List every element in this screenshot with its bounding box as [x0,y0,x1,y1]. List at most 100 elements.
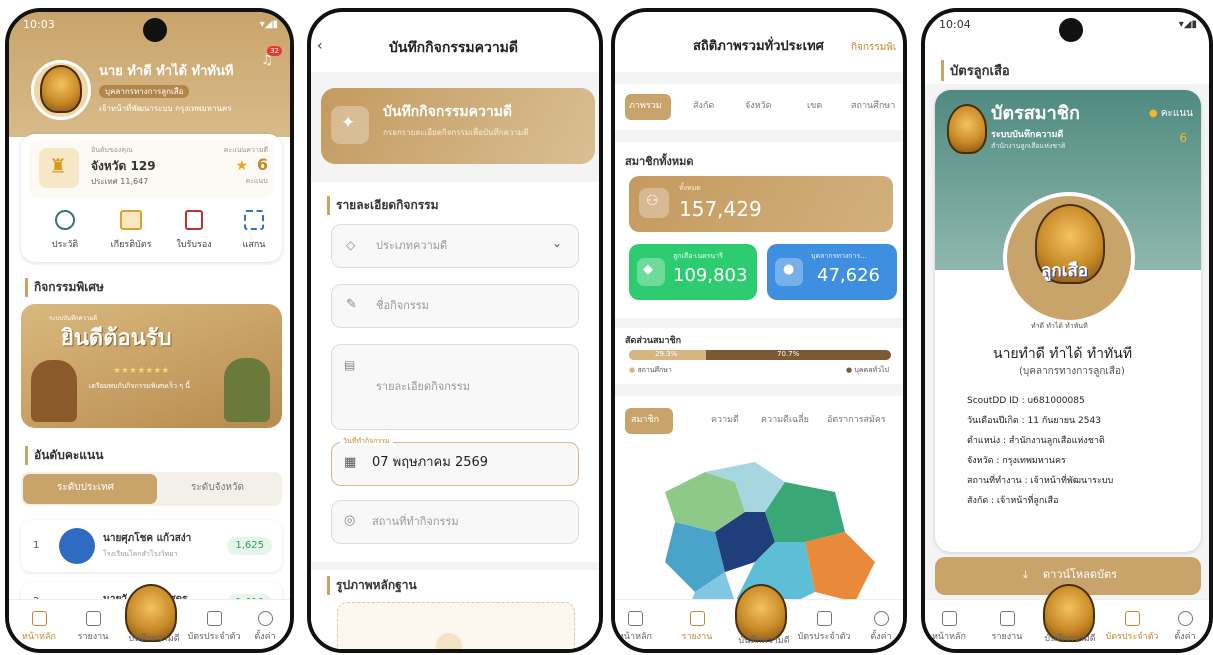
report-icon [689,611,705,626]
banner-small: ระบบบันทึกความดี [49,315,98,322]
add-photo-icon [436,633,462,649]
tab-signup-rate[interactable]: อัตราการสมัคร [827,415,886,425]
date-label: วันที่ทำกิจกรรม [340,437,393,446]
province-rank: จังหวัด 129 [91,159,156,173]
scout-members-card: ◆ ลูกเสือ-เนตรนารี 109,803 [629,244,757,300]
row-score: 1,625 [227,537,272,555]
tab-affiliation[interactable]: สังกัด [693,101,714,111]
star-icon: ● [1148,108,1158,119]
hero-sub: กรอกรายละเอียดกิจกรรมเพื่อบันทึกความดี [383,128,529,137]
history-button[interactable]: ประวัติ [41,210,89,251]
tab-district[interactable]: เขต [807,101,822,111]
scout-value: 109,803 [673,265,748,286]
nav-home[interactable]: หน้าหลัก [11,611,67,643]
person-icon: ● [775,258,803,286]
download-icon: ⤓ [1023,568,1028,581]
holder-role: (บุคลากรทางการลูกเสือ) [1019,366,1125,377]
award-button[interactable]: ใบรับรอง [169,210,219,251]
pencil-icon: ✎ [346,297,357,312]
nav-home[interactable]: หน้าหลัก [615,611,663,643]
photo-upload-area[interactable] [337,602,575,649]
score-value: 6 [256,155,268,174]
activity-detail-field[interactable]: ▤ รายละเอียดกิจกรรม [331,344,579,430]
nav-idcard[interactable]: บัตรประจำตัว [183,611,245,643]
nav-report[interactable]: รายงาน [669,611,725,643]
home-icon [941,611,957,626]
holder-name: นายทำดี ทำได้ ทำทันที [993,346,1133,362]
chevron-down-icon: ⌄ [551,236,562,250]
detail-placeholder: รายละเอียดกิจกรรม [376,380,470,393]
tab-province-label: ระดับจังหวัด [191,482,245,493]
award-label: ใบรับรอง [176,240,212,250]
scout-logo: ลูกเสือ [1003,192,1135,324]
back-icon[interactable]: ‹ [317,38,323,54]
sparkle-icon: ✦ [331,106,369,144]
card-mascot-icon [947,104,987,154]
tab-members-label: สมาชิก [631,415,660,425]
avatar [59,528,95,564]
home-screen: 10:03 ▾◢▮ นาย ทำดี ทำได้ ทำทันที บุคลากร… [5,8,294,653]
bell-icon[interactable]: 32 ♫ [260,46,282,70]
nav-settings[interactable]: ตั้งค่า [853,611,903,643]
logo-caption: ทำดี ทำได้ ทำทันที [1031,322,1088,330]
hero-card: ✦ บันทึกกิจกรรมความดี กรอกรายละเอียดกิจก… [321,88,595,164]
avatar[interactable] [31,60,91,120]
tab-province[interactable]: ระดับจังหวัด [161,474,289,504]
nav-report[interactable]: รายงาน [979,611,1035,643]
tab-overview[interactable]: ภาพรวม [625,94,671,120]
ranking-tabs: ระดับประเทศ ระดับจังหวัด [21,472,282,506]
nav-record[interactable]: บันทึกความดี [731,633,797,647]
status-time: 10:03 [23,18,55,31]
tab-members[interactable]: สมาชิก [625,408,673,434]
banner-title: ยินดีต้อนรับ [61,326,172,351]
total-label: ทั้งหมด [679,184,701,192]
nav-idcard[interactable]: บัตรประจำตัว [793,611,855,643]
group-icon: ⚇ [639,188,669,218]
report-icon [999,611,1015,626]
row-rank: 1 [33,540,40,551]
certificate-button[interactable]: เกียรติบัตร [101,210,161,251]
row-school: โรงเรียนโคกสำโรงวิทยา [103,550,178,558]
table-row[interactable]: 1 นายศุภโชค แก้วสง่า โรงเรียนโคกสำโรงวิท… [21,520,282,572]
idcard-icon [816,611,832,626]
total-members-card: ⚇ ทั้งหมด 157,429 [629,176,893,232]
boy-scout-illustration [224,358,270,422]
nav-record[interactable]: บันทึกความดี [121,631,187,645]
rank-card: ♜ อันดับของคุณ จังหวัด 129 ประเทศ 11,647… [21,134,282,262]
girl-scout-illustration [31,360,77,422]
calendar-icon: ▦ [344,455,357,470]
map-region[interactable] [805,532,875,602]
tab-province[interactable]: จังหวัด [745,101,772,111]
scan-button[interactable]: แสกน [229,210,279,251]
name-placeholder: ชื่อกิจกรรม [376,299,429,312]
tab-country[interactable]: ระดับประเทศ [23,474,157,504]
members-title: สมาชิกทั้งหมด [625,155,694,168]
country-rank: ประเทศ 11,647 [91,177,149,186]
activity-date-field[interactable]: วันที่ทำกิจกรรม ▦ 07 พฤษภาคม 2569 [331,437,579,486]
stars-decor: ★★★★★★★ [113,366,170,376]
welcome-banner[interactable]: ระบบบันทึกความดี ยินดีต้อนรับ ★★★★★★★ เต… [21,304,282,428]
home-icon [627,611,643,626]
place-placeholder: สถานที่ทำกิจกรรม [372,515,459,528]
tab-goodness[interactable]: ความดี [711,415,739,425]
activity-link[interactable]: กิจกรรมพิเ [851,42,896,54]
history-icon [55,210,75,230]
nav-idcard[interactable]: บัตรประจำตัว [1101,611,1163,643]
nav-settings[interactable]: ตั้งค่า [237,611,290,643]
activity-place-field[interactable]: ◎ สถานที่ทำกิจกรรม [331,500,579,544]
nav-report[interactable]: รายงาน [65,611,121,643]
tab-avg-goodness[interactable]: ความดีเฉลี่ย [761,415,809,425]
nav-settings[interactable]: ตั้งค่า [1157,611,1209,643]
tag-icon: ◇ [346,238,356,252]
battery-icon: ▾◢▮ [259,19,278,30]
tab-school[interactable]: สถานศึกษา [851,101,895,111]
card-org: สำนักงานลูกเสือแห่งชาติ [991,142,1066,150]
certificate-label: เกียรติบัตร [110,240,152,250]
goodness-type-select[interactable]: ◇ ประเภทความดี ⌄ [331,224,579,268]
activity-name-field[interactable]: ✎ ชื่อกิจกรรม [331,284,579,328]
card-subtitle: ระบบบันทึกความดี [991,130,1064,140]
section-detail-title: รายละเอียดกิจกรรม [327,196,439,215]
page-title: บัตรลูกเสือ [941,60,1010,81]
nav-record[interactable]: บันทึกความดี [1037,631,1103,645]
nav-home[interactable]: หน้าหลัก [925,611,977,643]
